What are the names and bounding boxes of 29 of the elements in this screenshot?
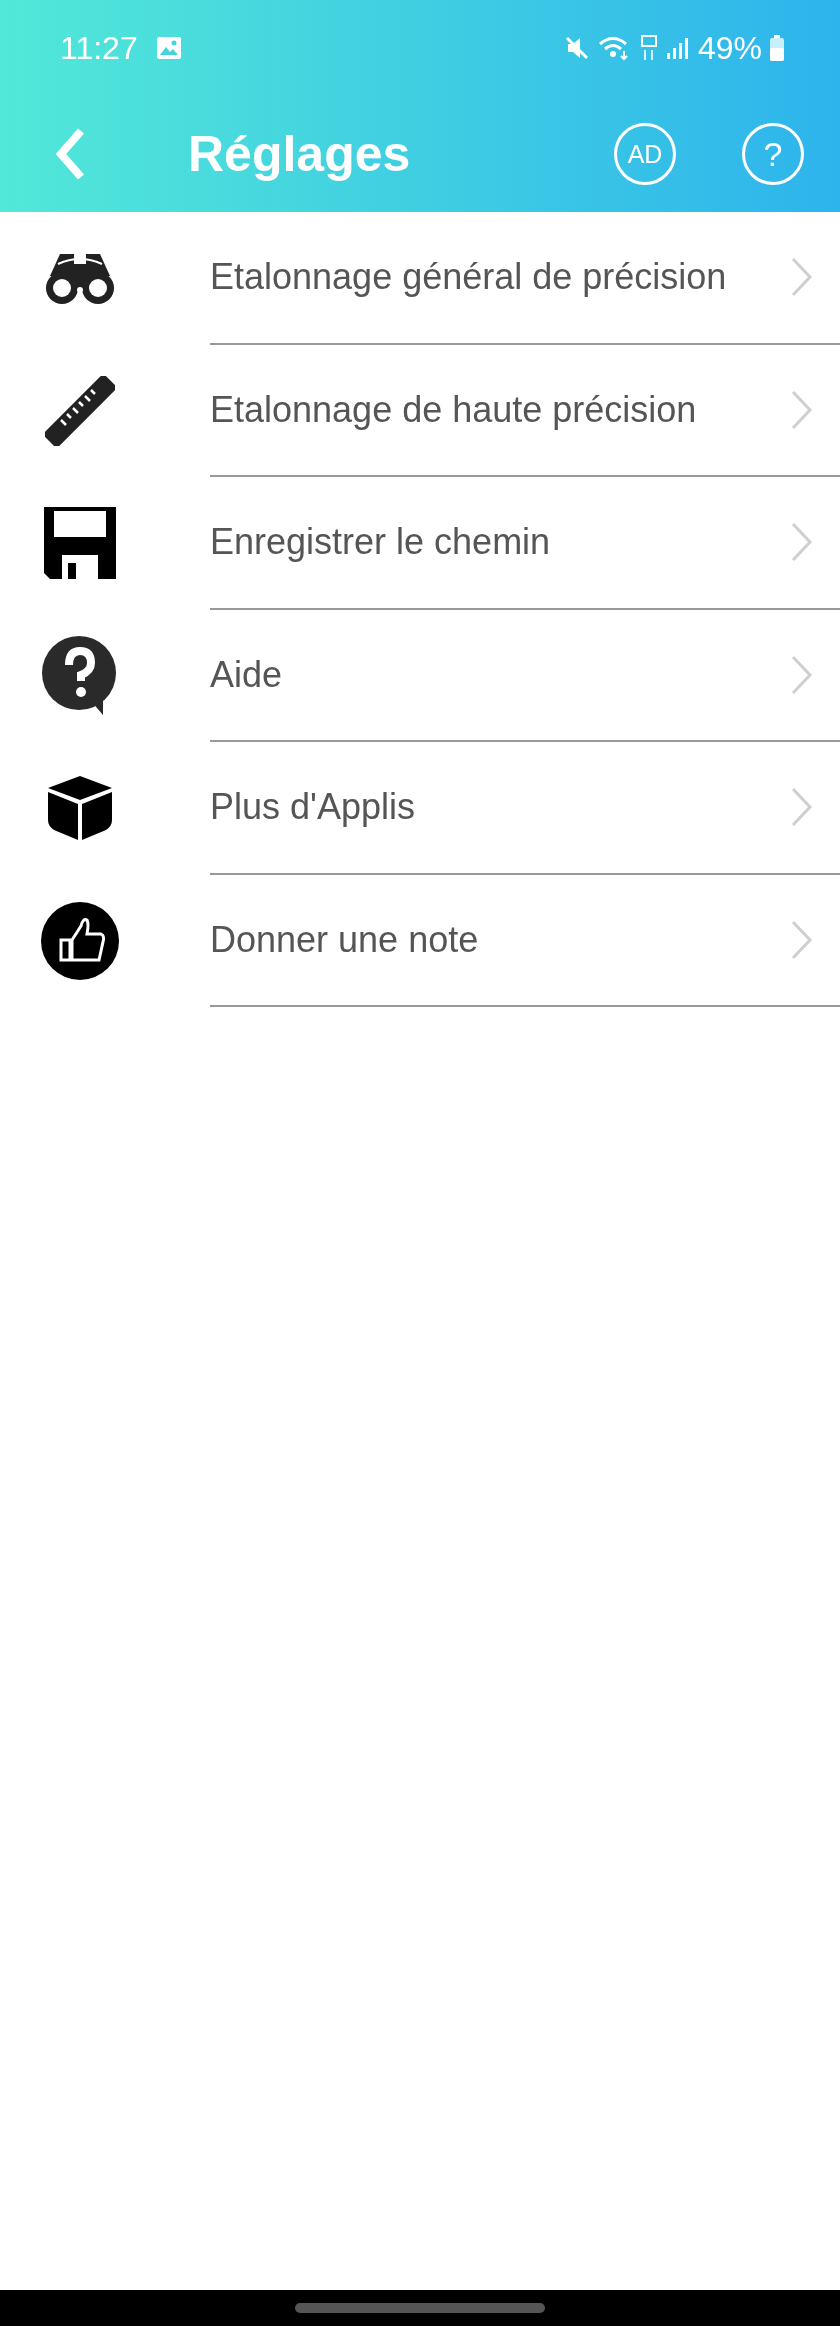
battery-percent: 49%	[697, 29, 762, 67]
chevron-right-icon	[790, 653, 814, 696]
menu-label: Aide	[210, 653, 284, 696]
home-handle[interactable]	[295, 2303, 545, 2313]
chevron-right-icon	[790, 521, 814, 564]
menu-label: Etalonnage général de précision	[210, 256, 728, 299]
signal-icon	[665, 36, 690, 60]
menu-label: Donner une note	[210, 918, 480, 961]
mute-icon	[563, 35, 590, 61]
menu-item[interactable]: Aide	[0, 609, 840, 742]
menu-label: Enregistrer le chemin	[210, 521, 552, 564]
menu-item[interactable]: Donner une note	[0, 874, 840, 1007]
menu-label: Plus d'Applis	[210, 786, 416, 829]
image-icon	[155, 36, 182, 60]
menu-item[interactable]: Plus d'Applis	[0, 742, 840, 875]
battery-icon	[770, 35, 784, 61]
screen-title: Réglages	[188, 125, 411, 183]
status-time: 11:27	[60, 29, 138, 67]
menu-item[interactable]: Etalonnage de haute précision	[0, 344, 840, 477]
chevron-right-icon	[790, 256, 814, 299]
cube-icon	[46, 774, 114, 843]
chevron-right-icon	[790, 388, 814, 431]
menu-label: Etalonnage de haute précision	[210, 388, 698, 431]
help-bubble-icon	[41, 634, 119, 717]
menu-item[interactable]: Etalonnage général de précision	[0, 212, 840, 345]
thumbs-up-icon	[41, 901, 119, 980]
chevron-right-icon	[790, 786, 814, 829]
menu-item[interactable]: Enregistrer le chemin	[0, 477, 840, 610]
chevron-right-icon	[790, 918, 814, 961]
